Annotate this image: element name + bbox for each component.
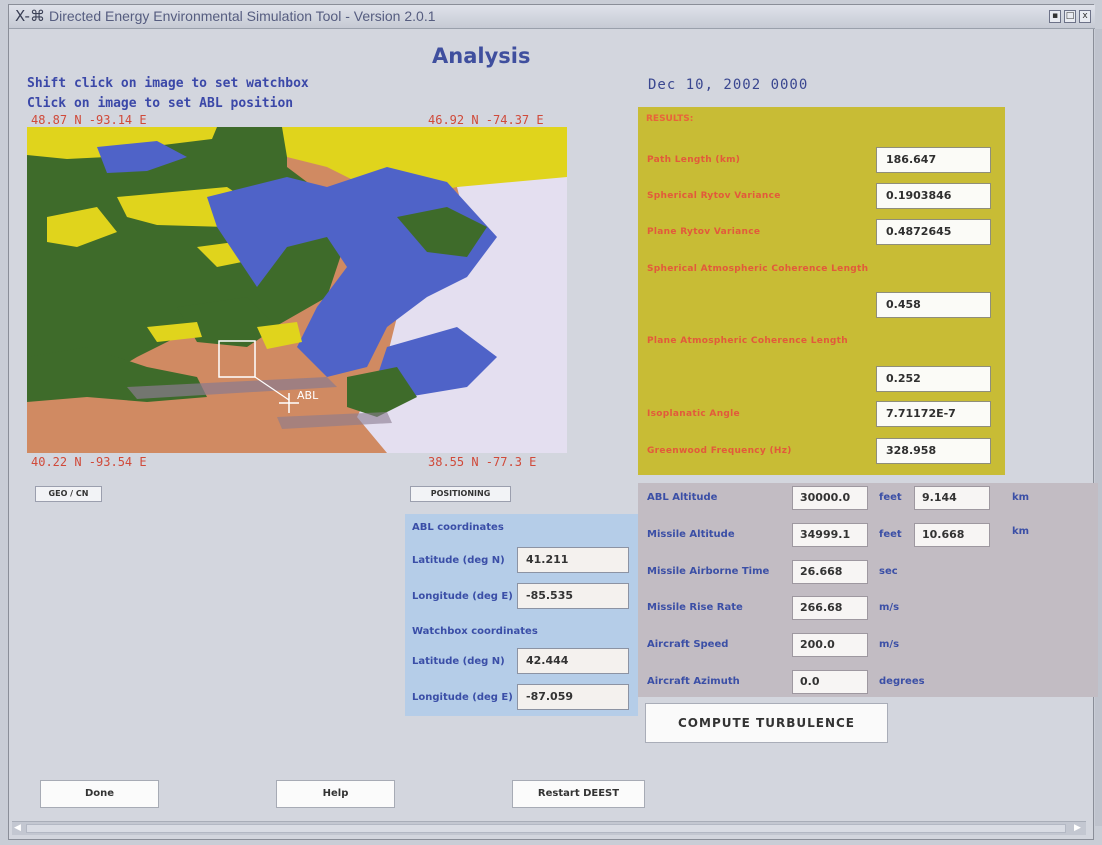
plane-rytov-value: 0.4872645 bbox=[876, 219, 991, 245]
abl-latitude-label: Latitude (deg N) bbox=[412, 555, 505, 566]
help-button[interactable]: Help bbox=[276, 780, 395, 808]
compute-turbulence-button[interactable]: COMPUTE TURBULENCE bbox=[645, 703, 888, 743]
instruction-abl: Click on image to set ABL position bbox=[27, 96, 294, 111]
watchbox-latitude-input[interactable]: 42.444 bbox=[517, 648, 629, 674]
results-panel: RESULTS: Path Length (km) 186.647 Spheri… bbox=[638, 107, 1005, 475]
abl-altitude-km-input[interactable]: 9.144 bbox=[914, 486, 990, 510]
abl-altitude-feet-unit: feet bbox=[879, 492, 902, 503]
window-title: Directed Energy Environmental Simulation… bbox=[49, 8, 436, 24]
aircraft-azimuth-input[interactable]: 0.0 bbox=[792, 670, 868, 694]
scrollbar-thumb[interactable] bbox=[26, 824, 1066, 833]
positioning-panel: ABL coordinates Latitude (deg N) 41.211 … bbox=[405, 514, 638, 716]
abl-coordinates-heading: ABL coordinates bbox=[412, 522, 504, 533]
page-title: Analysis bbox=[432, 44, 531, 68]
maximize-icon[interactable]: □ bbox=[1064, 10, 1076, 23]
abl-longitude-input[interactable]: -85.535 bbox=[517, 583, 629, 609]
scroll-left-icon[interactable]: ◀ bbox=[14, 823, 21, 833]
missile-altitude-feet-input[interactable]: 34999.1 bbox=[792, 523, 868, 547]
missile-altitude-label: Missile Altitude bbox=[647, 529, 735, 540]
missile-rise-rate-label: Missile Rise Rate bbox=[647, 602, 743, 613]
map-corner-bottom-right: 38.55 N -77.3 E bbox=[428, 455, 537, 469]
abl-altitude-km-unit: km bbox=[1012, 492, 1030, 503]
close-icon[interactable]: x bbox=[1079, 10, 1091, 23]
missile-altitude-km-input[interactable]: 10.668 bbox=[914, 523, 990, 547]
geo-cn-button[interactable]: GEO / CN bbox=[35, 486, 102, 502]
missile-rise-rate-input[interactable]: 266.68 bbox=[792, 596, 868, 620]
aircraft-speed-label: Aircraft Speed bbox=[647, 639, 729, 650]
watchbox-latitude-label: Latitude (deg N) bbox=[412, 656, 505, 667]
path-length-label: Path Length (km) bbox=[647, 155, 741, 165]
greenwood-frequency-value: 328.958 bbox=[876, 438, 991, 464]
spherical-rytov-value: 0.1903846 bbox=[876, 183, 991, 209]
isoplanatic-angle-label: Isoplanatic Angle bbox=[647, 409, 740, 419]
window-menu-icon[interactable]: X-⌘ bbox=[15, 7, 45, 25]
spherical-rytov-label: Spherical Rytov Variance bbox=[647, 191, 781, 201]
scroll-right-icon[interactable]: ▶ bbox=[1074, 823, 1081, 833]
abl-altitude-feet-input[interactable]: 30000.0 bbox=[792, 486, 868, 510]
watchbox-coordinates-heading: Watchbox coordinates bbox=[412, 626, 538, 637]
minimize-icon[interactable]: ▪ bbox=[1049, 10, 1061, 23]
spherical-coherence-value: 0.458 bbox=[876, 292, 991, 318]
plane-rytov-label: Plane Rytov Variance bbox=[647, 227, 761, 237]
abl-marker-label: ABL bbox=[297, 389, 319, 402]
analysis-date: Dec 10, 2002 0000 bbox=[648, 77, 809, 93]
isoplanatic-angle-value: 7.71172E-7 bbox=[876, 401, 991, 427]
aircraft-azimuth-unit: degrees bbox=[879, 676, 925, 687]
spherical-coherence-label: Spherical Atmospheric Coherence Length bbox=[647, 264, 869, 274]
horizontal-scrollbar[interactable]: ◀ ▶ bbox=[12, 821, 1086, 835]
aircraft-speed-unit: m/s bbox=[879, 639, 900, 650]
abl-longitude-label: Longitude (deg E) bbox=[412, 591, 513, 602]
parameters-panel: ABL Altitude 30000.0 feet 9.144 km Missi… bbox=[638, 483, 1098, 697]
greenwood-frequency-label: Greenwood Frequency (Hz) bbox=[647, 446, 792, 456]
path-length-value: 186.647 bbox=[876, 147, 991, 173]
positioning-button[interactable]: POSITIONING bbox=[410, 486, 511, 502]
plane-coherence-value: 0.252 bbox=[876, 366, 991, 392]
window-right-edge bbox=[1095, 29, 1102, 826]
missile-airborne-time-unit: sec bbox=[879, 566, 898, 577]
restart-deest-button[interactable]: Restart DEEST bbox=[512, 780, 645, 808]
land-cover-map[interactable]: ABL bbox=[27, 127, 567, 453]
missile-altitude-feet-unit: feet bbox=[879, 529, 902, 540]
missile-airborne-time-label: Missile Airborne Time bbox=[647, 566, 770, 577]
missile-airborne-time-input[interactable]: 26.668 bbox=[792, 560, 868, 584]
missile-altitude-km-unit: km bbox=[1012, 526, 1030, 537]
missile-rise-rate-unit: m/s bbox=[879, 602, 900, 613]
map-corner-bottom-left: 40.22 N -93.54 E bbox=[31, 455, 147, 469]
map-corner-top-left: 48.87 N -93.14 E bbox=[31, 113, 147, 127]
abl-latitude-input[interactable]: 41.211 bbox=[517, 547, 629, 573]
done-button[interactable]: Done bbox=[40, 780, 159, 808]
aircraft-speed-input[interactable]: 200.0 bbox=[792, 633, 868, 657]
results-title: RESULTS: bbox=[646, 114, 694, 124]
map-corner-top-right: 46.92 N -74.37 E bbox=[428, 113, 544, 127]
abl-altitude-label: ABL Altitude bbox=[647, 492, 718, 503]
aircraft-azimuth-label: Aircraft Azimuth bbox=[647, 676, 740, 687]
instruction-watchbox: Shift click on image to set watchbox bbox=[27, 76, 309, 91]
plane-coherence-label: Plane Atmospheric Coherence Length bbox=[647, 336, 848, 346]
watchbox-longitude-label: Longitude (deg E) bbox=[412, 692, 513, 703]
watchbox-longitude-input[interactable]: -87.059 bbox=[517, 684, 629, 710]
title-bar[interactable]: X-⌘ Directed Energy Environmental Simula… bbox=[9, 5, 1095, 29]
